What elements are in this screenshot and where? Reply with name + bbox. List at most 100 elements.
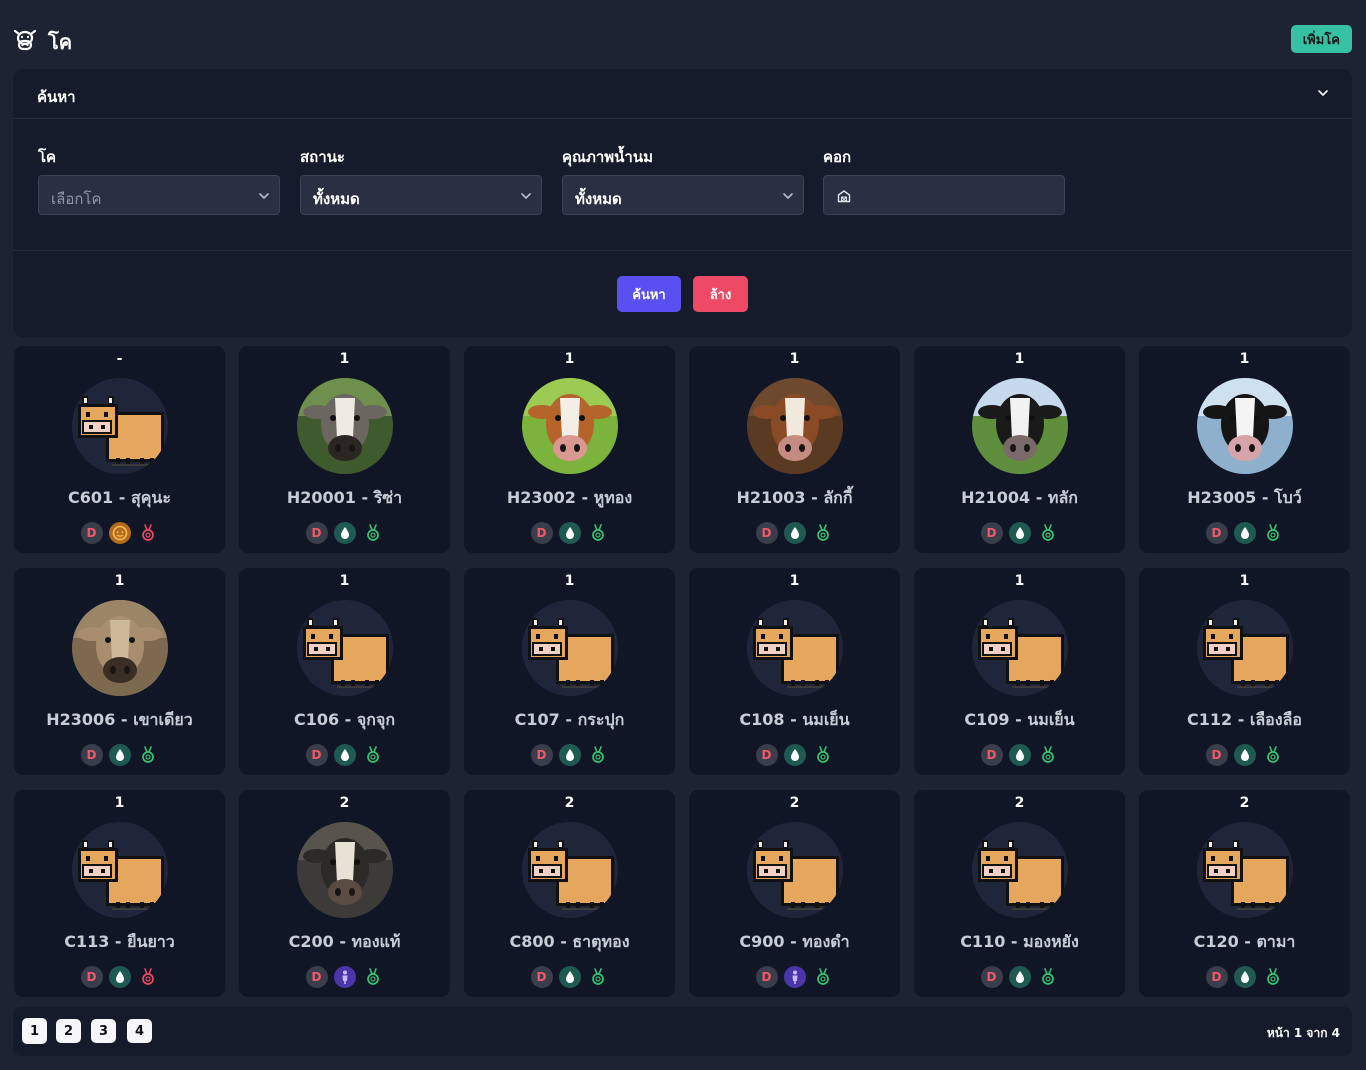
dry-badge: D (530, 522, 553, 544)
cow-status-badges: D (689, 966, 900, 988)
cow-group-label: 1 (114, 795, 125, 811)
cow-group-label: - (116, 351, 123, 367)
cow-card[interactable]: 1 H23002 - หูทอง D (464, 346, 675, 553)
person-icon (333, 966, 356, 988)
cow-avatar (72, 822, 168, 918)
cow-card-grid: - C601 - สุคุนะ D 1 H20001 - ริซ่า D 1 H23002 -… (14, 346, 1352, 997)
cow-card[interactable]: 1 C109 - นมเย็น D (914, 568, 1125, 775)
cow-card[interactable]: 1 H21003 - ลักกี้ D (689, 346, 900, 553)
milk-quality-filter: คุณภาพน้ำนม ทั้งหมด (562, 145, 804, 215)
page-title: โค (48, 30, 73, 54)
cow-card[interactable]: 1 H21004 - ทลัก D (914, 346, 1125, 553)
drop-icon (108, 966, 131, 988)
page-button-2[interactable]: 2 (56, 1019, 81, 1043)
cow-card[interactable]: 1 C113 - ยืนยาว D (14, 790, 225, 997)
status-filter-label: สถานะ (300, 148, 345, 166)
cow-status-badges: D (239, 966, 450, 988)
cow-group-label: 2 (1014, 795, 1025, 811)
cow-group-label: 1 (1014, 351, 1025, 367)
medal-icon (362, 744, 384, 766)
dry-badge: D (80, 522, 103, 544)
cow-group-label: 2 (564, 795, 575, 811)
cow-card[interactable]: 2 C110 - มองหยัง D (914, 790, 1125, 997)
cow-name: C113 - ยืนยาว (64, 932, 175, 951)
cow-avatar (297, 600, 393, 696)
drop-icon (558, 744, 581, 766)
page-button-3[interactable]: 3 (91, 1019, 116, 1043)
drop-icon (558, 966, 581, 988)
milk-quality-select-value: ทั้งหมด (575, 190, 622, 208)
divider (13, 250, 1352, 251)
cow-card[interactable]: 1 H23005 - โบว์ D (1139, 346, 1350, 553)
barn-input[interactable] (823, 175, 1065, 215)
milk-quality-select[interactable]: ทั้งหมด (562, 175, 804, 215)
cow-logo-icon (13, 29, 37, 51)
cow-status-badges: D (14, 522, 225, 544)
barn-filter: คอก (823, 145, 1065, 215)
cow-status-badges: D (14, 966, 225, 988)
page-button-1[interactable]: 1 (22, 1018, 47, 1044)
cow-status-badges: D (1139, 966, 1350, 988)
cow-card[interactable]: 1 H20001 - ริซ่า D (239, 346, 450, 553)
cow-card[interactable]: 2 C800 - ธาตุทอง D (464, 790, 675, 997)
cow-avatar (72, 600, 168, 696)
page-button-4[interactable]: 4 (127, 1019, 152, 1043)
cow-name: C200 - ทองแท้ (288, 932, 401, 951)
search-panel-header[interactable]: ค้นหา (13, 69, 1352, 119)
cow-group-label: 1 (789, 573, 800, 589)
cow-card[interactable]: 1 H23006 - เขาเดียว D (14, 568, 225, 775)
chevron-down-icon[interactable] (1316, 86, 1330, 100)
medal-icon (137, 744, 159, 766)
medal-icon (1262, 744, 1284, 766)
add-cow-button[interactable]: เพิ่มโค (1290, 25, 1352, 53)
dry-badge: D (980, 966, 1003, 988)
medal-icon (1037, 744, 1059, 766)
cow-name: C106 - จุกจุก (293, 710, 396, 729)
cow-card[interactable]: 1 C112 - เลืองลือ D (1139, 568, 1350, 775)
dry-badge: D (755, 966, 778, 988)
cow-name: H21003 - ลักกี้ (736, 488, 853, 507)
cow-card[interactable]: 1 C108 - นมเย็น D (689, 568, 900, 775)
cow-name: H23002 - หูทอง (506, 488, 633, 507)
chevron-down-icon (259, 193, 269, 200)
cow-card[interactable]: 2 C200 - ทองแท้ D (239, 790, 450, 997)
cow-group-label: 1 (339, 351, 350, 367)
cow-card[interactable]: 1 C106 - จุกจุก D (239, 568, 450, 775)
barn-filter-label: คอก (823, 148, 852, 166)
cow-avatar (522, 822, 618, 918)
cow-group-label: 2 (789, 795, 800, 811)
dry-badge: D (1205, 966, 1228, 988)
clear-button[interactable]: ล้าง (693, 276, 748, 312)
cow-name: H20001 - ริซ่า (286, 488, 403, 507)
cow-group-label: 1 (789, 351, 800, 367)
dry-badge: D (305, 522, 328, 544)
cow-name: H21004 - ทลัก (961, 488, 1078, 507)
cow-card[interactable]: 2 C900 - ทองดำ D (689, 790, 900, 997)
cow-status-badges: D (914, 966, 1125, 988)
cow-avatar (747, 378, 843, 474)
dry-badge: D (530, 744, 553, 766)
cow-avatar (972, 822, 1068, 918)
cow-status-badges: D (464, 522, 675, 544)
status-select[interactable]: ทั้งหมด (300, 175, 542, 215)
cow-card[interactable]: 1 C107 - กระปุก D (464, 568, 675, 775)
cow-card[interactable]: 2 C120 - ตามา D (1139, 790, 1350, 997)
cow-select[interactable]: เลือกโค (38, 175, 280, 215)
search-panel: ค้นหา โค เลือกโค สถานะ ทั้งหมด คุณภาพน้ำ… (13, 69, 1352, 337)
milk-quality-filter-label: คุณภาพน้ำนม (562, 148, 653, 166)
cow-filter-label: โค (38, 148, 57, 166)
cow-avatar (1197, 600, 1293, 696)
medal-icon (812, 522, 834, 544)
cow-status-badges: D (464, 966, 675, 988)
medal-icon (1262, 522, 1284, 544)
cow-name: H23006 - เขาเดียว (46, 710, 193, 729)
medal-icon (1262, 966, 1284, 988)
cow-status-badges: D (1139, 744, 1350, 766)
cow-group-label: 1 (114, 573, 125, 589)
cow-card[interactable]: - C601 - สุคุนะ D (14, 346, 225, 553)
medal-icon (137, 522, 159, 544)
search-button[interactable]: ค้นหา (617, 276, 681, 312)
cow-avatar (297, 822, 393, 918)
drop-icon (1008, 744, 1031, 766)
cow-name: C112 - เลืองลือ (1186, 710, 1303, 729)
